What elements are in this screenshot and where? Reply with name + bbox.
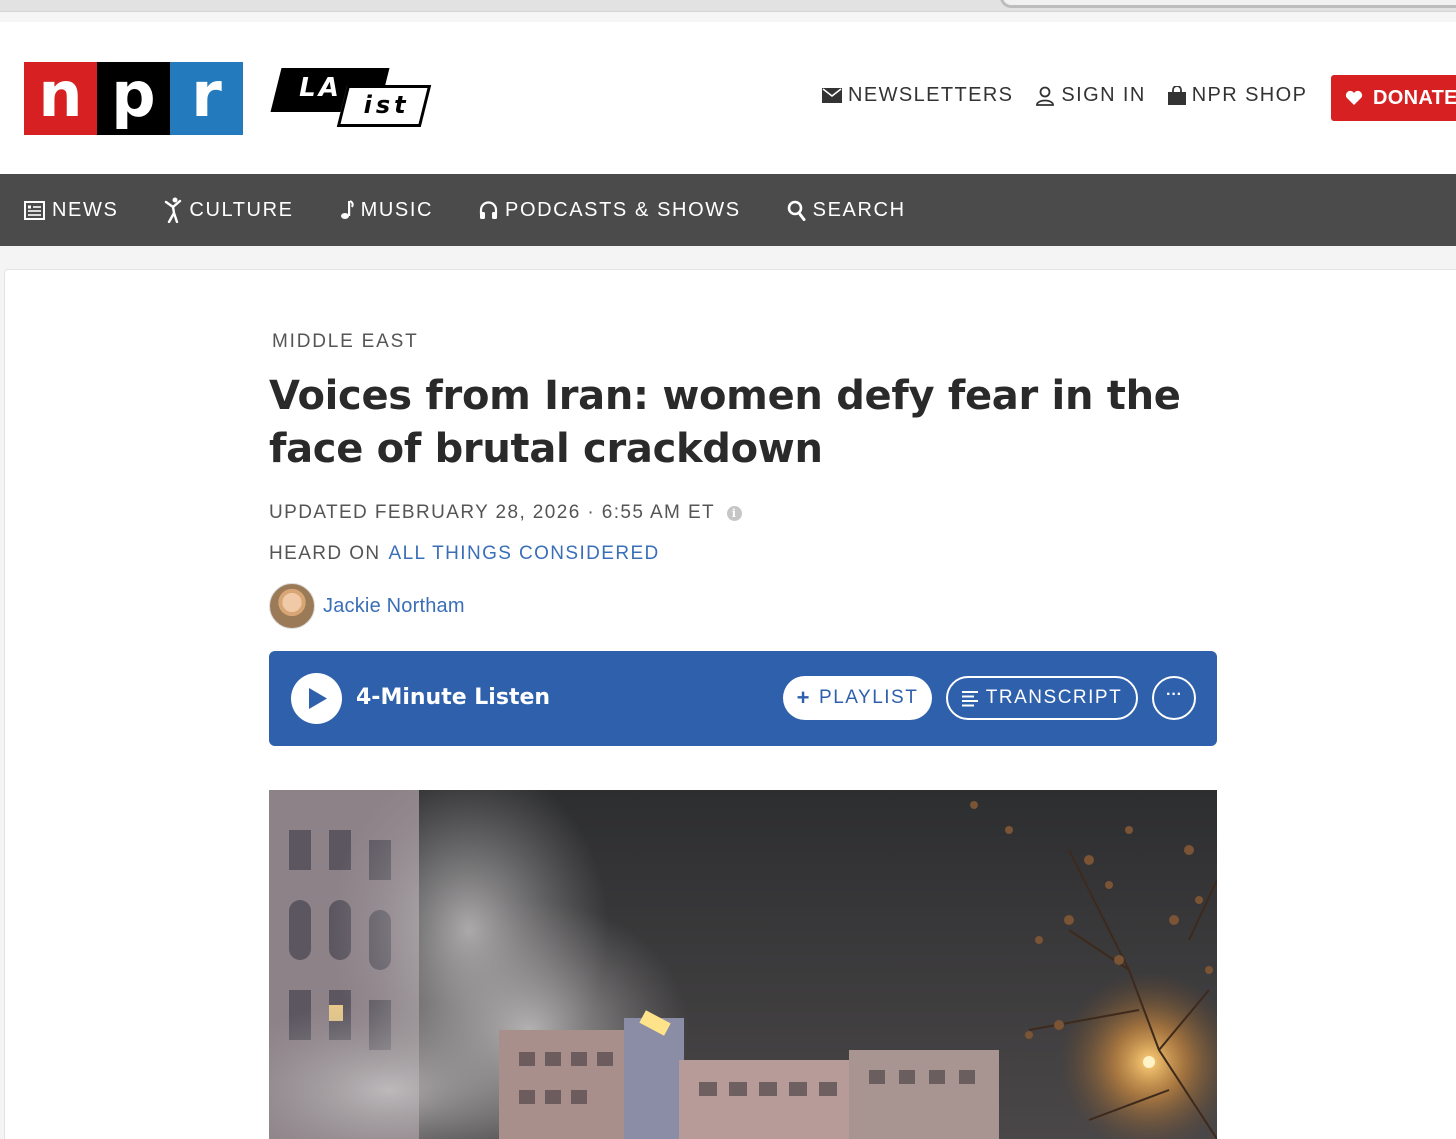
heart-icon (1345, 90, 1363, 105)
nav-label-podcasts-shows: PODCASTS & SHOWS (505, 198, 741, 221)
transcript-label: TRANSCRIPT (985, 687, 1123, 708)
nav-label-music: MUSIC (360, 198, 434, 221)
author-avatar[interactable] (269, 583, 315, 629)
browser-chrome (0, 0, 1456, 22)
info-icon[interactable]: i (727, 505, 743, 521)
dateline: UPDATED FEBRUARY 28, 2026 · 6:55 AM ET i (269, 502, 743, 524)
npr-logo-p: p (97, 62, 170, 135)
nav-item-music[interactable]: MUSIC (340, 199, 433, 222)
author-link[interactable]: Jackie Northam (323, 595, 465, 618)
plus-icon: + (796, 685, 812, 710)
nav-item-culture[interactable]: CULTURE (164, 197, 293, 223)
heard-on: HEARD ON ALL THINGS CONSIDERED (269, 543, 660, 565)
npr-shop-link[interactable]: NPR SHOP (1167, 84, 1308, 107)
npr-shop-label: NPR SHOP (1191, 84, 1308, 106)
dateline-text: UPDATED FEBRUARY 28, 2026 · 6:55 AM ET (269, 502, 716, 523)
laist-logo[interactable]: LA ist (270, 68, 432, 132)
section-slug[interactable]: MIDDLE EAST (272, 331, 419, 353)
envelope-icon (822, 88, 842, 103)
npr-logo-n: n (24, 62, 97, 135)
nav-item-news[interactable]: NEWS (24, 199, 118, 222)
laist-logo-ist-text: ist (363, 91, 410, 119)
donate-label: DONATE (1373, 86, 1456, 109)
dancer-icon (165, 197, 182, 223)
more-options-button[interactable]: ··· (1152, 676, 1196, 720)
nav-label-search: SEARCH (812, 198, 906, 221)
sign-in-link[interactable]: SIGN IN (1035, 84, 1145, 107)
utility-nav: NEWSLETTERS SIGN IN NPR SHOP (822, 84, 1329, 107)
npr-logo[interactable]: n p r (24, 62, 243, 135)
nav-item-search[interactable]: SEARCH (787, 199, 906, 222)
article-headline: Voices from Iran: women defy fear in the… (269, 373, 1181, 472)
shopping-bag-icon (1167, 86, 1186, 105)
nav-label-news: NEWS (52, 198, 119, 221)
playlist-label: PLAYLIST (819, 687, 919, 708)
sign-in-label: SIGN IN (1061, 84, 1146, 106)
newspaper-icon (24, 200, 45, 220)
play-button[interactable] (291, 673, 342, 724)
npr-logo-r: r (170, 62, 243, 135)
lead-photo (269, 790, 1217, 1139)
search-icon (787, 200, 806, 221)
nav-item-podcasts-shows[interactable]: PODCASTS & SHOWS (479, 199, 741, 222)
donate-button[interactable]: DONATE (1331, 75, 1456, 121)
lead-photo-scene (269, 790, 1217, 1139)
headphones-icon (479, 200, 498, 219)
person-icon (1036, 86, 1055, 106)
nav-label-culture: CULTURE (189, 198, 294, 221)
laist-logo-ist: ist (336, 85, 432, 127)
add-to-playlist-button[interactable]: + PLAYLIST (783, 676, 932, 720)
audio-player: 4-Minute Listen + PLAYLIST TRANSCRIPT ··… (269, 651, 1217, 746)
main-nav: NEWS CULTURE MUSIC PODCASTS & SHOWS SEAR… (0, 174, 1456, 246)
transcript-icon (961, 690, 978, 706)
site-header: n p r LA ist NEWSLETTERS SIGN IN NPR SHO… (0, 22, 1456, 174)
address-bar[interactable] (1000, 0, 1456, 8)
newsletters-link[interactable]: NEWSLETTERS (822, 84, 1013, 107)
newsletters-label: NEWSLETTERS (848, 84, 1014, 106)
music-note-icon (340, 200, 354, 219)
byline: Jackie Northam (269, 583, 465, 629)
listen-duration: 4-Minute Listen (356, 685, 551, 710)
program-link[interactable]: ALL THINGS CONSIDERED (389, 543, 660, 565)
heard-on-prefix: HEARD ON (269, 543, 381, 564)
transcript-button[interactable]: TRANSCRIPT (946, 676, 1138, 720)
play-icon (309, 688, 327, 709)
